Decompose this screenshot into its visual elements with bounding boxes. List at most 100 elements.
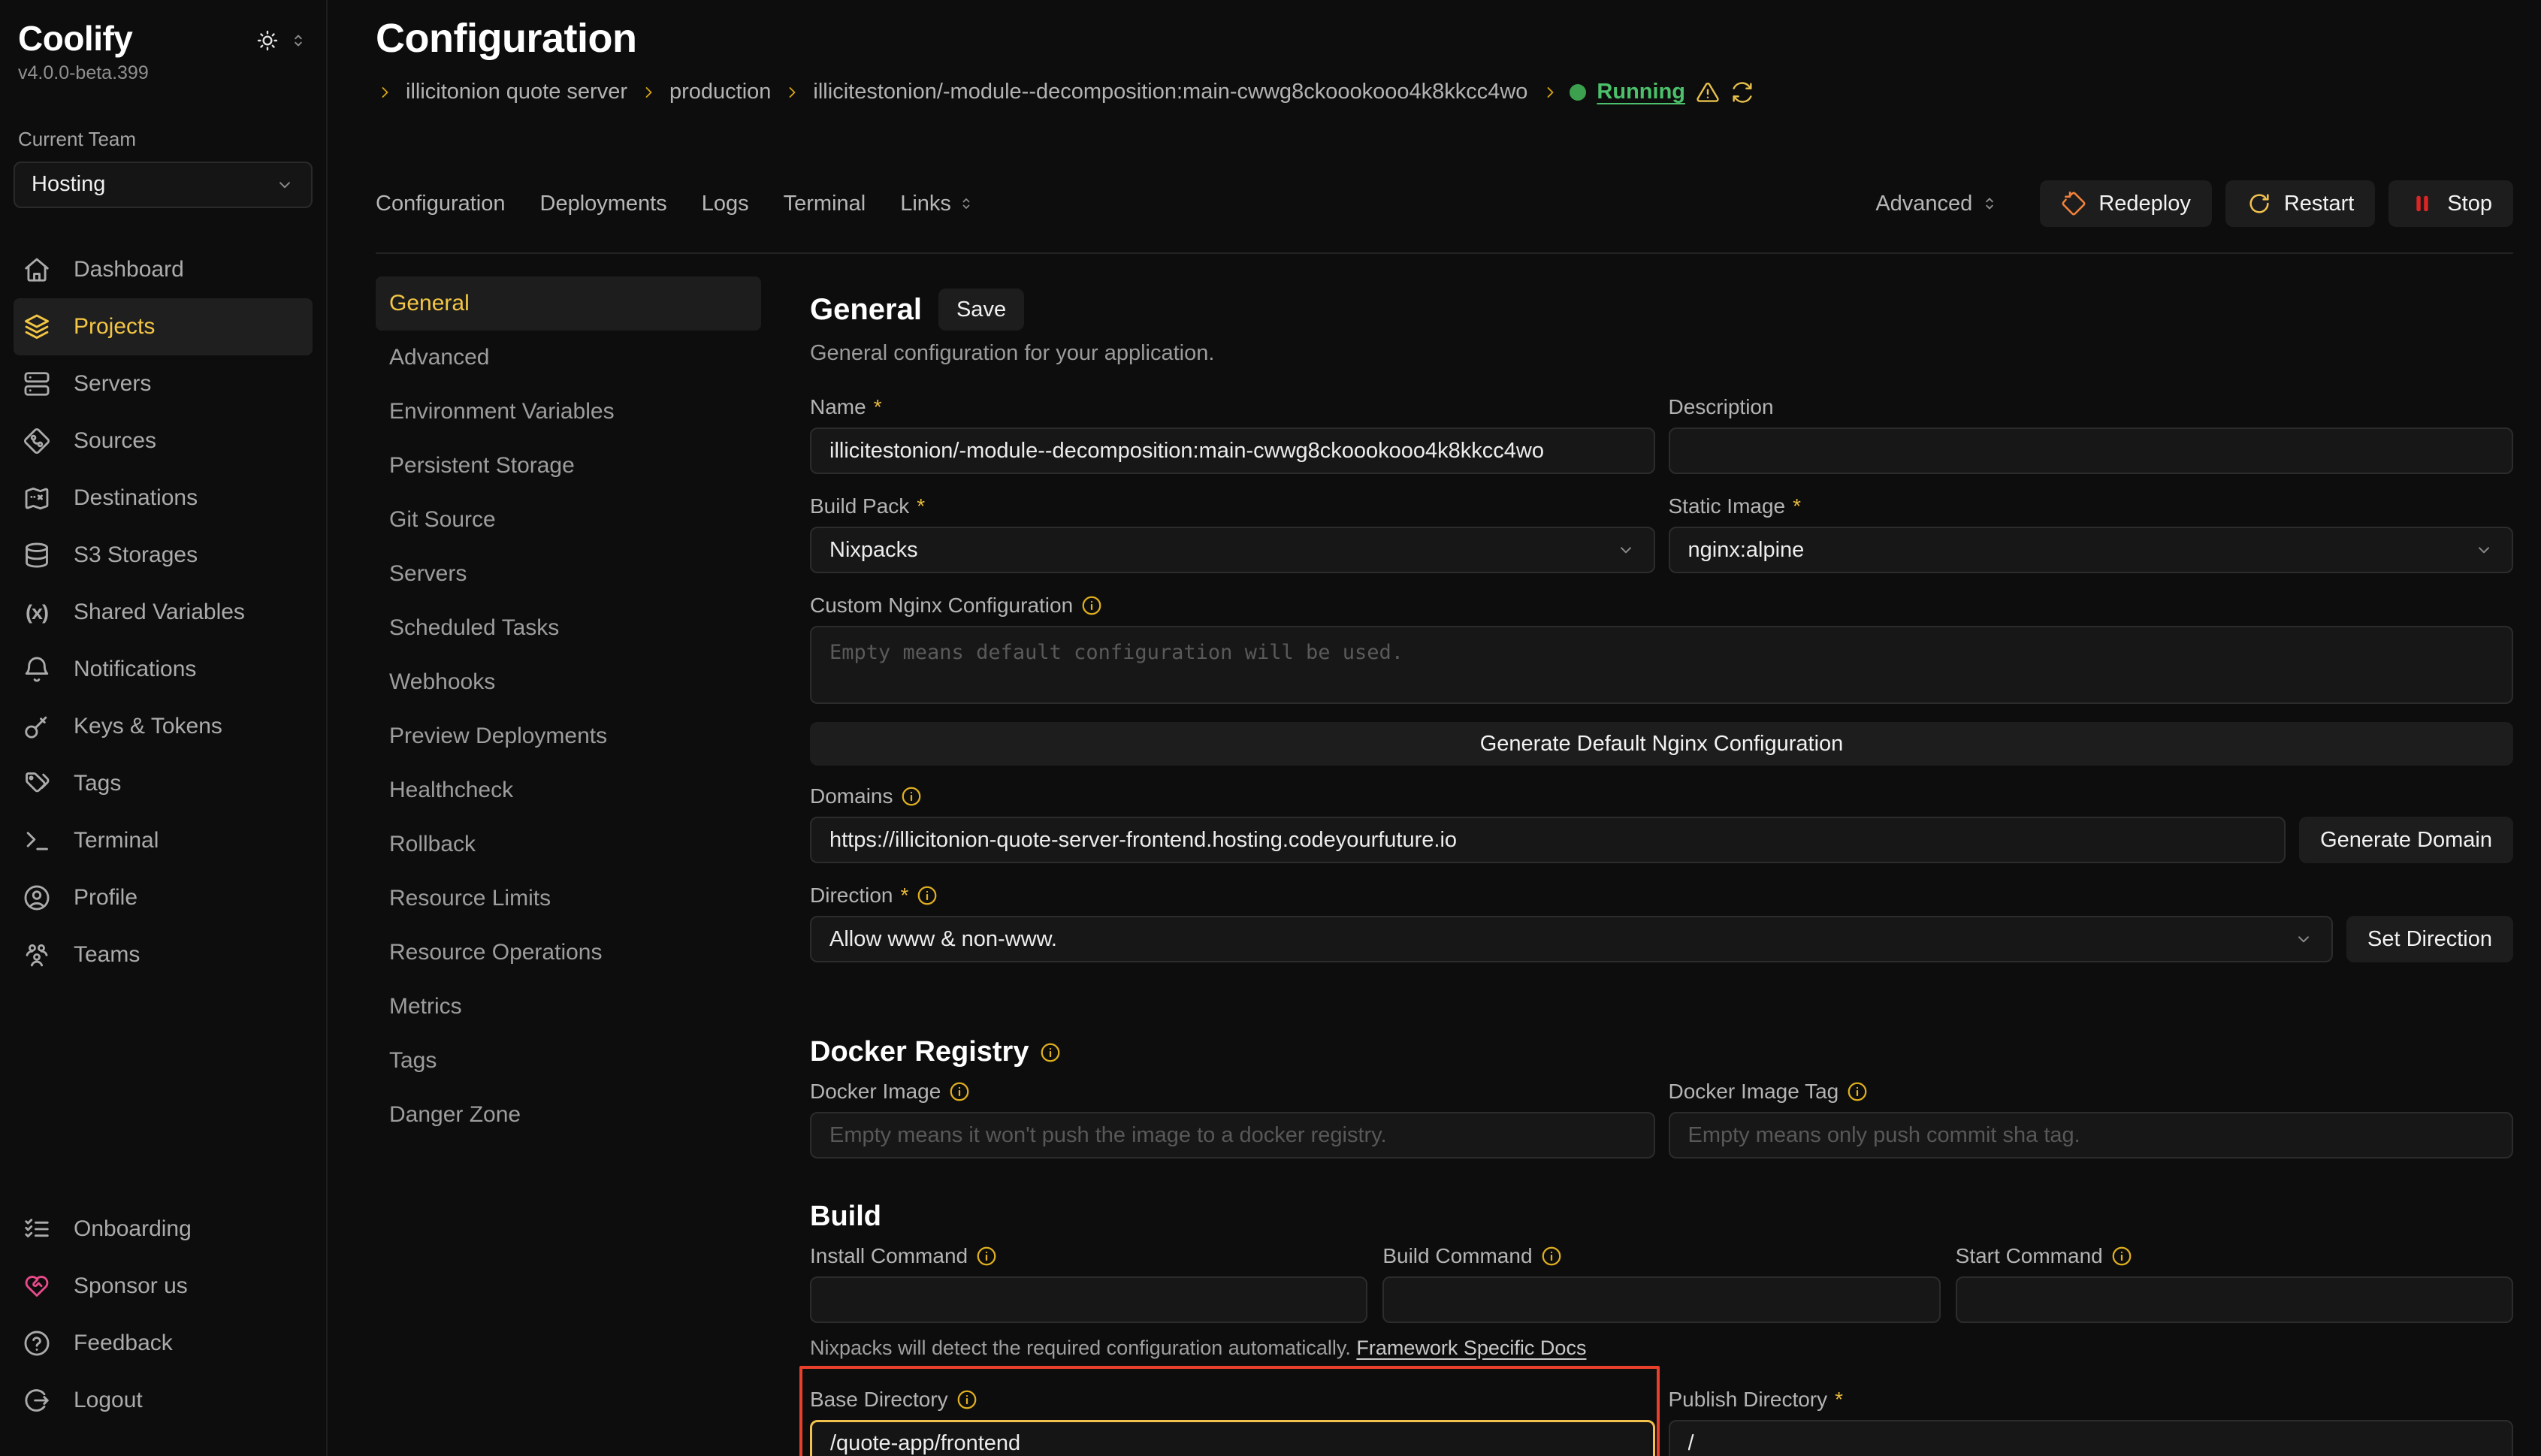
- sidebar-item-dashboard[interactable]: Dashboard: [14, 241, 313, 298]
- tab-label: Configuration: [376, 192, 506, 216]
- tab-terminal[interactable]: Terminal: [784, 192, 866, 216]
- sidebar-footer-item-sponsor-us[interactable]: Sponsor us: [14, 1258, 313, 1315]
- nixpacks-note: Nixpacks will detect the required config…: [810, 1337, 2513, 1360]
- base-directory-field-group: Base Directory: [810, 1387, 1655, 1456]
- breadcrumb-item-illicitonion-quote-server[interactable]: illicitonion quote server: [376, 80, 627, 104]
- redeploy-button[interactable]: Redeploy: [2040, 180, 2212, 227]
- info-icon[interactable]: [975, 1245, 998, 1267]
- sidebar-footer-item-logout[interactable]: Logout: [14, 1372, 313, 1429]
- sidebar-item-shared-variables[interactable]: (x) Shared Variables: [14, 584, 313, 641]
- coolify-app: Coolify v4.0.0-beta.399 Current Team Hos…: [0, 0, 2541, 1456]
- set-direction-button[interactable]: Set Direction: [2346, 916, 2513, 962]
- sidebar-item-keys-tokens[interactable]: Keys & Tokens: [14, 698, 313, 755]
- warning-icon[interactable]: [1696, 80, 1720, 104]
- publish-directory-input[interactable]: [1669, 1420, 2514, 1456]
- sidebar-item-label: Keys & Tokens: [74, 714, 222, 739]
- theme-selector-chevrons-icon[interactable]: [289, 31, 308, 50]
- info-icon[interactable]: [1080, 594, 1103, 617]
- breadcrumb-item-label: illicitonion quote server: [406, 80, 627, 104]
- refresh-status-icon[interactable]: [1730, 80, 1754, 104]
- chevron-down-icon: [275, 175, 295, 195]
- subnav-item-environment-variables[interactable]: Environment Variables: [376, 385, 761, 439]
- docker-image-tag-input[interactable]: [1669, 1112, 2514, 1158]
- sidebar-item-tags[interactable]: Tags: [14, 755, 313, 812]
- info-icon[interactable]: [1039, 1041, 1062, 1064]
- tab-configuration[interactable]: Configuration: [376, 192, 506, 216]
- docker-image-input[interactable]: [810, 1112, 1655, 1158]
- build-command-input[interactable]: [1382, 1276, 1940, 1323]
- install-command-input[interactable]: [810, 1276, 1367, 1323]
- theme-sun-icon[interactable]: [255, 29, 279, 53]
- custom-nginx-textarea[interactable]: [810, 626, 2513, 704]
- subnav-item-healthcheck[interactable]: Healthcheck: [376, 763, 761, 817]
- info-icon[interactable]: [900, 785, 923, 808]
- team-select[interactable]: Hosting: [14, 162, 313, 208]
- direction-select[interactable]: Allow www & non-www.: [810, 916, 2333, 962]
- info-icon[interactable]: [956, 1388, 978, 1411]
- subnav-item-advanced[interactable]: Advanced: [376, 331, 761, 385]
- subnav-item-preview-deployments[interactable]: Preview Deployments: [376, 709, 761, 763]
- name-input[interactable]: [810, 427, 1655, 474]
- sidebar-nav: Dashboard Projects Servers Sources: [14, 241, 313, 983]
- subnav-item-servers[interactable]: Servers: [376, 547, 761, 601]
- sidebar-footer-item-feedback[interactable]: Feedback: [14, 1315, 313, 1372]
- subnav-item-webhooks[interactable]: Webhooks: [376, 655, 761, 709]
- domains-input[interactable]: [810, 817, 2286, 863]
- info-icon[interactable]: [1846, 1080, 1869, 1103]
- sidebar-footer-nav: Onboarding Sponsor us Feedback Logout: [14, 1201, 313, 1429]
- status-running-link[interactable]: Running: [1597, 80, 1685, 104]
- subnav-item-danger-zone[interactable]: Danger Zone: [376, 1088, 761, 1142]
- sidebar-item-profile[interactable]: Profile: [14, 869, 313, 926]
- info-icon[interactable]: [2110, 1245, 2133, 1267]
- subnav-item-metrics[interactable]: Metrics: [376, 980, 761, 1034]
- static-image-label: Static Image*: [1669, 494, 2514, 519]
- info-icon[interactable]: [1540, 1245, 1563, 1267]
- sidebar-item-notifications[interactable]: Notifications: [14, 641, 313, 698]
- redeploy-icon: [2061, 191, 2086, 216]
- sidebar-item-label: Servers: [74, 371, 151, 397]
- start-command-input[interactable]: [1956, 1276, 2513, 1323]
- framework-docs-link[interactable]: Framework Specific Docs: [1356, 1337, 1586, 1359]
- tab-deployments[interactable]: Deployments: [540, 192, 667, 216]
- sidebar-footer-item-onboarding[interactable]: Onboarding: [14, 1201, 313, 1258]
- logout-icon: [23, 1386, 51, 1415]
- build-pack-select[interactable]: Nixpacks: [810, 527, 1655, 573]
- brand-logo: Coolify: [18, 20, 132, 58]
- subnav-item-scheduled-tasks[interactable]: Scheduled Tasks: [376, 601, 761, 655]
- breadcrumb-item-production[interactable]: production: [639, 80, 771, 104]
- tab-logs[interactable]: Logs: [702, 192, 749, 216]
- subnav-item-resource-operations[interactable]: Resource Operations: [376, 926, 761, 980]
- info-icon[interactable]: [916, 884, 938, 907]
- sidebar-item-destinations[interactable]: Destinations: [14, 470, 313, 527]
- sidebar-item-label: Terminal: [74, 828, 159, 853]
- sidebar-item-s3-storages[interactable]: S3 Storages: [14, 527, 313, 584]
- generate-domain-button[interactable]: Generate Domain: [2299, 817, 2513, 863]
- sidebar-item-teams[interactable]: Teams: [14, 926, 313, 983]
- required-asterisk: *: [1793, 494, 1801, 518]
- static-image-select[interactable]: nginx:alpine: [1669, 527, 2514, 573]
- base-directory-input[interactable]: [810, 1420, 1655, 1456]
- info-icon[interactable]: [948, 1080, 971, 1103]
- subnav-item-label: Metrics: [389, 994, 462, 1020]
- tab-links[interactable]: Links: [900, 192, 975, 216]
- generate-nginx-button[interactable]: Generate Default Nginx Configuration: [810, 722, 2513, 766]
- subnav-item-tags[interactable]: Tags: [376, 1034, 761, 1088]
- subnav-item-label: Git Source: [389, 507, 496, 533]
- sidebar-item-label: Tags: [74, 771, 121, 796]
- required-asterisk: *: [874, 395, 882, 419]
- breadcrumb-item-illicitestonion-module-decomposition-mai[interactable]: illicitestonion/-module--decomposition:m…: [783, 80, 1527, 104]
- sidebar-item-servers[interactable]: Servers: [14, 355, 313, 412]
- sidebar-item-terminal[interactable]: Terminal: [14, 812, 313, 869]
- sidebar-item-projects[interactable]: Projects: [14, 298, 313, 355]
- description-input[interactable]: [1669, 427, 2514, 474]
- stop-button[interactable]: Stop: [2388, 180, 2513, 227]
- subnav-item-general[interactable]: General: [376, 276, 761, 331]
- subnav-item-rollback[interactable]: Rollback: [376, 817, 761, 871]
- sidebar-item-sources[interactable]: Sources: [14, 412, 313, 470]
- subnav-item-resource-limits[interactable]: Resource Limits: [376, 871, 761, 926]
- advanced-dropdown[interactable]: Advanced: [1875, 192, 1999, 216]
- subnav-item-persistent-storage[interactable]: Persistent Storage: [376, 439, 761, 493]
- subnav-item-git-source[interactable]: Git Source: [376, 493, 761, 547]
- restart-button[interactable]: Restart: [2225, 180, 2375, 227]
- save-button[interactable]: Save: [938, 288, 1024, 331]
